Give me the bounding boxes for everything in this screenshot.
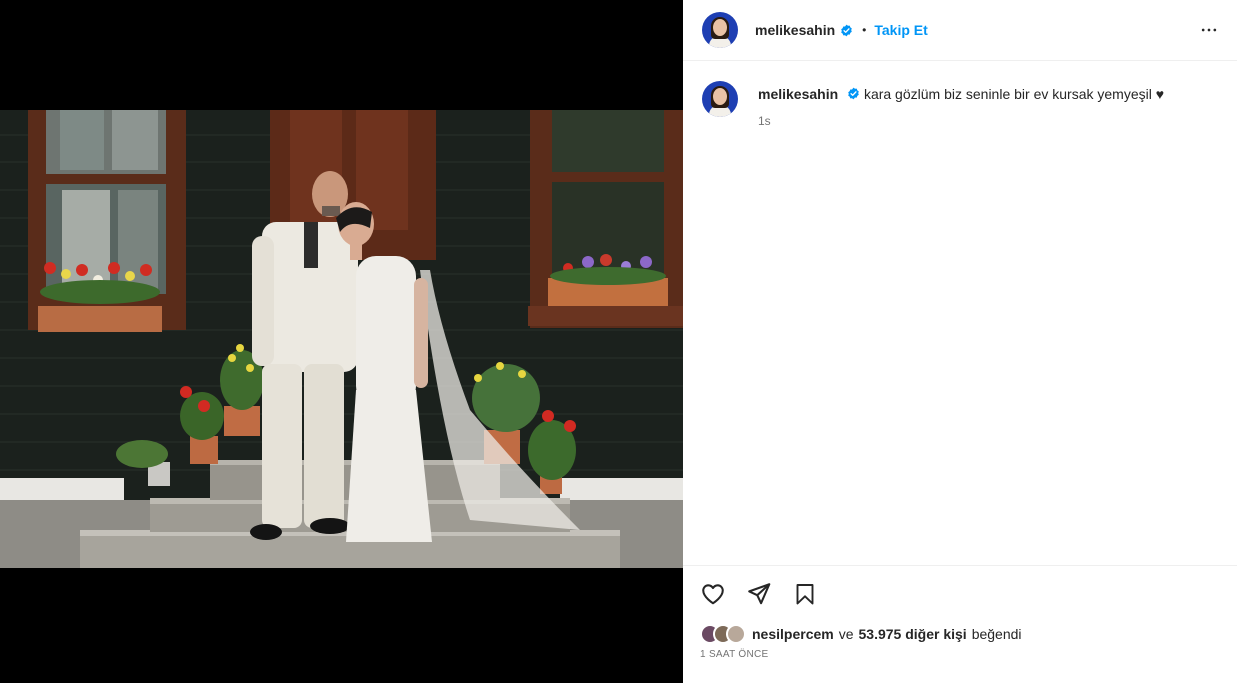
verified-badge-icon: [848, 87, 859, 100]
send-icon: [748, 583, 771, 605]
action-bar: [700, 566, 1225, 622]
avatar-face-shape: [713, 88, 727, 105]
other-likes-link[interactable]: 53.975 diğer kişi: [859, 626, 967, 642]
caption-line: melikesahin kara gözlüm biz seninle bir …: [758, 85, 1164, 103]
caption-row: melikesahin kara gözlüm biz seninle bir …: [702, 81, 1221, 128]
follow-button[interactable]: Takip Et: [874, 22, 927, 38]
caption-username[interactable]: melikesahin: [758, 86, 838, 102]
more-horizontal-icon: [1201, 28, 1217, 32]
more-options-button[interactable]: [1197, 18, 1221, 42]
likes-summary: nesilpercem ve 53.975 diğer kişi beğendi: [700, 621, 1225, 647]
post-media: [0, 0, 683, 683]
avatar-face-shape: [713, 19, 727, 36]
post-photo[interactable]: [0, 110, 683, 568]
author-username[interactable]: melikesahin: [755, 22, 835, 38]
post-dialog: melikesahin • Takip Et melikesahin kara …: [0, 0, 1237, 683]
first-liker-link[interactable]: nesilpercem: [752, 626, 834, 642]
liker-avatars: [700, 624, 746, 644]
post-timestamp[interactable]: 1 SAAT ÖNCE: [700, 649, 1225, 660]
heart-icon: [702, 584, 724, 605]
post-header: melikesahin • Takip Et: [683, 0, 1237, 61]
caption-age[interactable]: 1s: [758, 114, 1164, 128]
like-button[interactable]: [700, 581, 726, 607]
share-button[interactable]: [746, 581, 772, 607]
wedding-photo-image: [0, 110, 683, 568]
post-side-panel: melikesahin • Takip Et melikesahin kara …: [683, 0, 1237, 683]
likes-suffix: beğendi: [971, 626, 1022, 642]
caption-body: melikesahin kara gözlüm biz seninle bir …: [758, 81, 1164, 128]
verified-badge-icon: [841, 24, 852, 36]
bookmark-icon: [796, 584, 814, 605]
caption-author-avatar[interactable]: [702, 81, 738, 117]
comments-section: melikesahin kara gözlüm biz seninle bir …: [683, 61, 1237, 565]
save-button[interactable]: [792, 581, 818, 607]
actions-section: nesilpercem ve 53.975 diğer kişi beğendi…: [683, 565, 1237, 683]
caption-text: kara gözlüm biz seninle bir ev kursak ye…: [863, 86, 1165, 102]
header-separator: •: [862, 23, 867, 37]
likes-connector: ve: [838, 626, 854, 642]
author-avatar[interactable]: [702, 12, 738, 48]
liker-avatar[interactable]: [726, 624, 746, 644]
